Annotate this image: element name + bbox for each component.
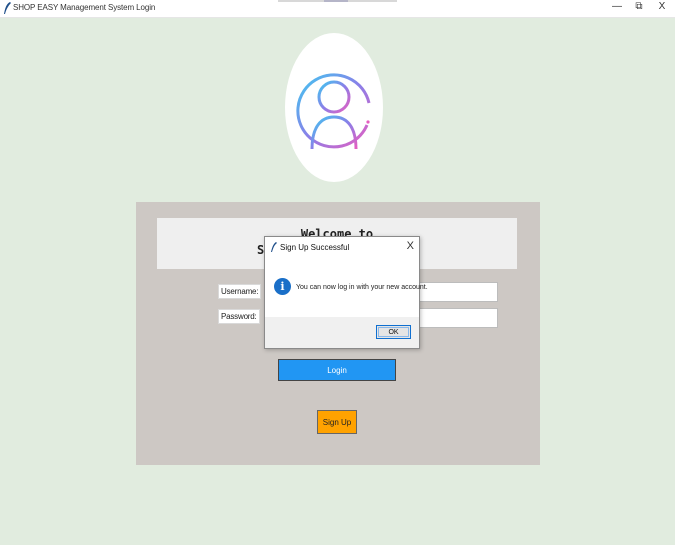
signup-button[interactable]: Sign Up: [317, 410, 357, 434]
signup-success-dialog: Sign Up Successful X i You can now log i…: [264, 236, 428, 349]
login-button[interactable]: Login: [278, 359, 396, 381]
window-title: SHOP EASY Management System Login: [13, 3, 156, 12]
password-label: Password:: [218, 309, 260, 324]
user-profile-icon: [296, 73, 371, 150]
dialog-title: Sign Up Successful: [280, 243, 350, 252]
minimize-button[interactable]: —: [610, 1, 624, 12]
window-titlebar: SHOP EASY Management System Login — ⧉ X: [0, 0, 675, 18]
user-avatar: [285, 33, 383, 182]
dialog-message: You can now log in with your new account…: [296, 284, 428, 291]
password-input[interactable]: [418, 308, 498, 328]
username-label: Username:: [218, 284, 262, 299]
username-input[interactable]: [418, 282, 498, 302]
ok-button[interactable]: OK: [376, 325, 411, 339]
dialog-close-button[interactable]: X: [407, 240, 414, 252]
dialog-footer: OK: [265, 317, 419, 348]
restore-button[interactable]: ⧉: [632, 1, 646, 12]
close-button[interactable]: X: [655, 1, 669, 12]
info-icon: i: [274, 278, 291, 295]
feather-app-icon: [271, 242, 277, 252]
feather-app-icon: [4, 2, 11, 14]
top-scroll-indicator: [278, 0, 397, 2]
